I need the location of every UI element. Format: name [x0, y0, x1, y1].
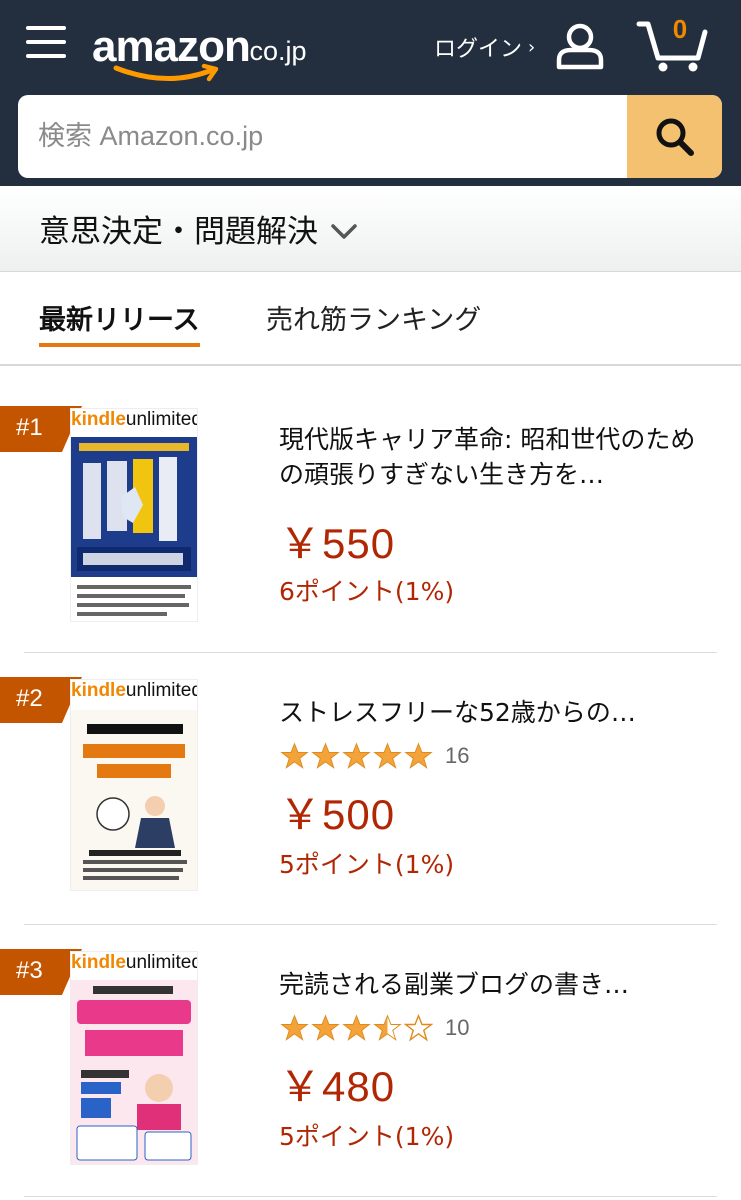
rank-label: #3 — [16, 957, 43, 984]
book-cover-image[interactable]: kindleunlimited — [70, 679, 198, 891]
cart-button[interactable]: 0 — [636, 12, 708, 74]
amazon-logo[interactable]: amazon .co.jp — [92, 14, 322, 82]
star-full-icon — [280, 742, 309, 769]
star-rating[interactable]: 10 — [280, 1014, 469, 1042]
kindle-unlimited-badge: kindleunlimited — [71, 409, 197, 435]
search-input[interactable] — [18, 95, 627, 178]
user-icon[interactable] — [555, 22, 605, 70]
cover-subtext — [77, 583, 191, 617]
login-label: ログイン — [434, 37, 523, 62]
product-title[interactable]: 完読される副業ブログの書き… — [279, 967, 709, 1002]
divider — [24, 1196, 717, 1197]
login-chevron: › — [528, 36, 536, 58]
logo-smile-arrow — [113, 63, 219, 82]
logo-tld: .co.jp — [242, 36, 307, 66]
star-full-icon — [373, 742, 402, 769]
star-full-icon — [342, 742, 371, 769]
product-title[interactable]: 現代版キャリア革命: 昭和世代のための頑張りすぎない生き方を… — [279, 422, 709, 492]
product-title[interactable]: ストレスフリーな52歳からの… — [279, 695, 709, 730]
book-cover-image[interactable]: kindleunlimited — [70, 951, 198, 1165]
chevron-down-icon — [331, 223, 357, 239]
kindle-text: kindle — [71, 952, 126, 973]
search-button[interactable] — [627, 95, 722, 178]
star-full-icon — [311, 742, 340, 769]
product-points: 5ポイント(1%) — [279, 1122, 455, 1151]
star-full-icon — [342, 1014, 371, 1041]
cover-art — [71, 980, 197, 1164]
hamburger-menu-icon[interactable] — [26, 26, 66, 62]
cart-count: 0 — [672, 14, 688, 44]
category-label: 意思決定・問題解決 — [39, 214, 318, 250]
product-item-3[interactable]: #3 kindleunlimited 完読される副業ブログの書き… 10 ￥48… — [0, 925, 741, 1196]
product-price: ￥500 — [279, 791, 396, 838]
product-points: 5ポイント(1%) — [279, 850, 455, 879]
kindle-text: kindle — [71, 409, 126, 430]
product-item-1[interactable]: #1 kindleunlimited 現代版キャリア革命: 昭和世代のための頑張… — [0, 366, 741, 652]
star-full-icon — [404, 742, 433, 769]
tab-new-releases[interactable]: 最新リリース — [39, 298, 200, 347]
product-item-2[interactable]: #2 kindleunlimited ストレスフリーな52歳からの… 16 ￥5… — [0, 653, 741, 924]
category-dropdown[interactable]: 意思決定・問題解決 — [0, 186, 741, 272]
star-full-icon — [280, 1014, 309, 1041]
login-link[interactable]: ログイン › — [434, 30, 535, 64]
star-empty-icon — [404, 1014, 433, 1042]
search-bar — [18, 95, 722, 178]
kindle-unlimited-badge: kindleunlimited — [71, 952, 197, 978]
star-full-icon — [311, 1014, 340, 1041]
rank-label: #2 — [16, 685, 43, 712]
kindle-text: kindle — [71, 680, 126, 701]
cover-art — [71, 437, 197, 577]
review-count: 16 — [445, 743, 470, 768]
product-price: ￥550 — [279, 520, 396, 567]
review-count: 10 — [445, 1015, 470, 1040]
book-cover-image[interactable]: kindleunlimited — [70, 408, 198, 622]
top-navigation-bar: amazon .co.jp ログイン › 0 — [0, 0, 741, 186]
unlimited-text: unlimited — [125, 680, 198, 701]
search-icon — [656, 118, 694, 156]
kindle-unlimited-badge: kindleunlimited — [71, 680, 197, 706]
cover-art — [71, 710, 197, 890]
star-rating[interactable]: 16 — [280, 742, 469, 770]
tab-best-sellers[interactable]: 売れ筋ランキング — [266, 298, 481, 337]
unlimited-text: unlimited — [125, 952, 198, 973]
star-half-icon — [373, 1014, 402, 1041]
product-price: ￥480 — [279, 1063, 396, 1110]
unlimited-text: unlimited — [125, 409, 198, 430]
ranking-tabs: 最新リリース 売れ筋ランキング — [0, 272, 741, 366]
rank-label: #1 — [16, 414, 43, 441]
product-points: 6ポイント(1%) — [279, 577, 455, 606]
